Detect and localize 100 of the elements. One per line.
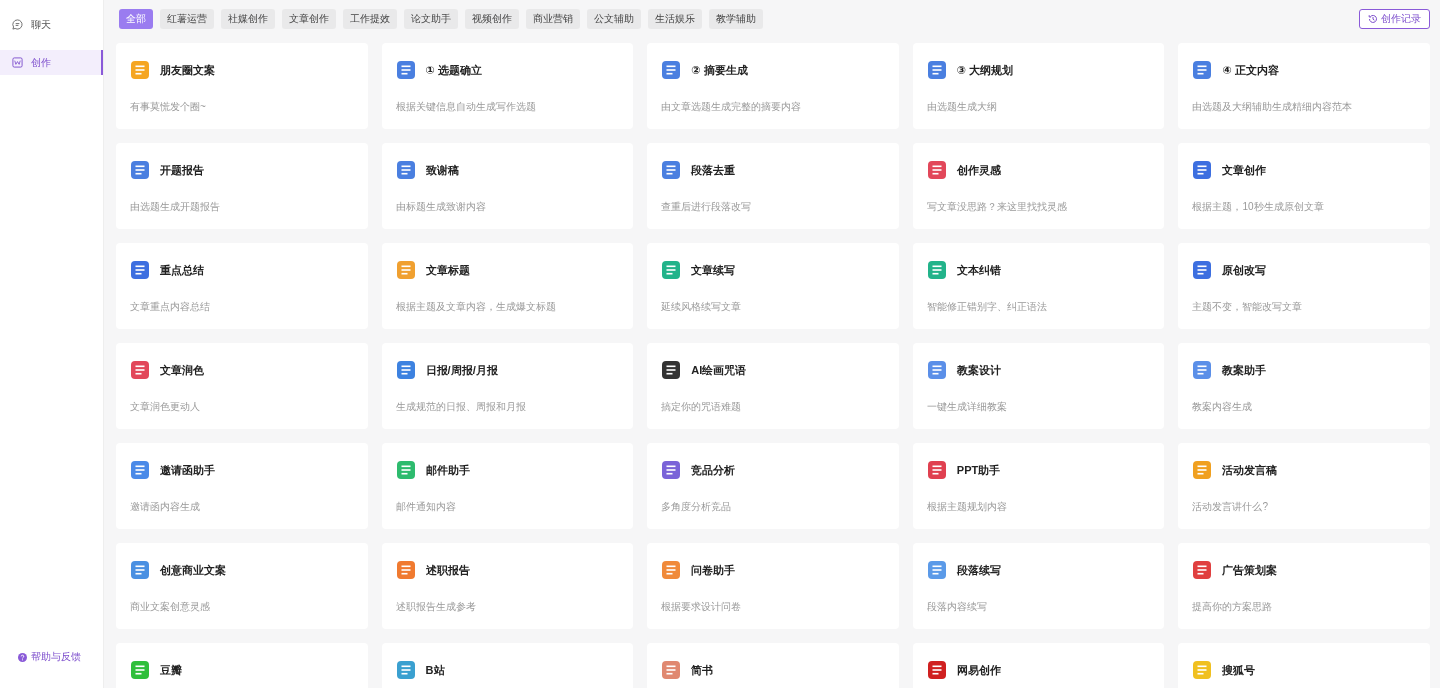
tool-card[interactable]: 重点总结 文章重点内容总结 (116, 243, 368, 329)
card-title: 简书 (691, 662, 714, 678)
card-title: ① 选题确立 (425, 62, 482, 78)
card-title: 文章润色 (160, 362, 204, 378)
tool-card[interactable]: 网易创作 (912, 643, 1165, 688)
tool-card[interactable]: B站 (381, 643, 634, 688)
card-description: 根据主题及文章内容，生成爆文标题 (395, 300, 556, 314)
tool-card[interactable]: 段落续写 段落内容续写 (912, 543, 1165, 629)
card-description: 由选题生成开题报告 (130, 200, 220, 214)
tool-card[interactable]: 教案设计 一键生成详细教案 (912, 343, 1165, 429)
card-description: 一键生成详细教案 (926, 400, 1007, 414)
tool-card[interactable]: 原创改写 主题不变，智能改写文章 (1178, 243, 1430, 329)
card-description: 商业文案创意灵感 (130, 600, 210, 614)
tool-card[interactable]: 活动发言稿 活动发言讲什么? (1178, 443, 1430, 529)
tool-card[interactable]: 邮件助手 邮件通知内容 (381, 443, 634, 529)
card-description: 由选题及大纲辅助生成精细内容范本 (1192, 100, 1353, 114)
tool-card[interactable]: 文章续写 延续风格续写文章 (647, 243, 899, 329)
sidebar-item[interactable]: 聊天 (0, 12, 103, 37)
tool-card[interactable]: 文章创作 根据主题，10秒生成原创文章 (1178, 143, 1430, 229)
tool-card[interactable]: ③ 大纲规划 由选题生成大纲 (912, 43, 1165, 129)
filter-tab[interactable]: 工作提效 (343, 9, 397, 29)
card-title: 创作灵感 (956, 162, 1001, 178)
tool-card[interactable]: 问卷助手 根据要求设计问卷 (647, 543, 899, 629)
card-title: 问卷助手 (691, 562, 736, 578)
card-title: 创意商业文案 (160, 562, 226, 578)
tool-card[interactable]: PPT助手 根据主题规划内容 (912, 443, 1165, 529)
tool-card[interactable]: 述职报告 述职报告生成参考 (381, 543, 634, 629)
card-description: 智能修正错别字、纠正语法 (926, 300, 1047, 314)
card-description: 由选题生成大纲 (926, 100, 997, 114)
tool-card[interactable]: ④ 正文内容 由选题及大纲辅助生成精细内容范本 (1178, 43, 1430, 129)
card-description: 根据主题规划内容 (926, 500, 1007, 514)
tool-card[interactable]: 竞品分析 多角度分析竞品 (647, 443, 899, 529)
card-description: 提高你的方案思路 (1192, 600, 1273, 614)
tool-card[interactable]: 文本纠错 智能修正错别字、纠正语法 (912, 243, 1165, 329)
sidebar-item[interactable]: 创作 (0, 50, 103, 75)
chat-icon (12, 19, 23, 30)
card-title: 朋友圈文案 (160, 62, 215, 78)
card-title: 豆瓣 (160, 662, 182, 678)
filter-tab[interactable]: 社媒创作 (221, 9, 275, 29)
card-description: 根据关键信息自动生成写作选题 (395, 100, 536, 114)
history-icon (1368, 14, 1378, 24)
card-description: 根据主题，10秒生成原创文章 (1192, 200, 1324, 214)
tool-card[interactable]: 简书 (647, 643, 899, 688)
card-title: 开题报告 (160, 162, 204, 178)
filter-tab[interactable]: 商业营销 (526, 9, 580, 29)
card-description: 邀请函内容生成 (130, 500, 200, 514)
card-title: B站 (425, 662, 445, 678)
filter-tab[interactable]: 生活娱乐 (648, 9, 702, 29)
filter-tab[interactable]: 公文辅助 (587, 9, 641, 29)
tool-card[interactable]: 日报/周报/月报 生成规范的日报、周报和月报 (381, 343, 634, 429)
card-description: 段落内容续写 (926, 600, 987, 614)
history-button[interactable]: 创作记录 (1359, 9, 1430, 29)
card-title: 竞品分析 (691, 462, 736, 478)
tool-card[interactable]: 豆瓣 (116, 643, 368, 688)
card-title: 文章标题 (425, 262, 470, 278)
card-title: 邮件助手 (425, 462, 470, 478)
card-title: ④ 正文内容 (1222, 62, 1279, 78)
card-description: 述职报告生成参考 (395, 600, 476, 614)
tool-card[interactable]: 搜狐号 (1178, 643, 1430, 688)
tool-card[interactable]: 创意商业文案 商业文案创意灵感 (116, 543, 368, 629)
card-title: 广告策划案 (1222, 562, 1278, 578)
card-title: 教案助手 (1222, 362, 1267, 378)
document-icon (12, 57, 23, 68)
tool-card[interactable]: 致谢稿 由标题生成致谢内容 (381, 143, 634, 229)
card-description: 多角度分析竞品 (661, 500, 732, 514)
card-description: 教案内容生成 (1192, 400, 1253, 414)
filter-tab[interactable]: 教学辅助 (709, 9, 763, 29)
help-link[interactable]: 帮助与反馈 (0, 650, 103, 664)
card-description: 活动发言讲什么? (1192, 500, 1268, 514)
filter-tab[interactable]: 视频创作 (465, 9, 519, 29)
tool-card[interactable]: 教案助手 教案内容生成 (1178, 343, 1430, 429)
tool-card[interactable]: 创作灵感 写文章没思路？来这里找找灵感 (912, 143, 1165, 229)
tool-card[interactable]: 文章标题 根据主题及文章内容，生成爆文标题 (381, 243, 634, 329)
card-title: 段落续写 (956, 562, 1001, 578)
tool-card[interactable]: AI绘画咒语 搞定你的咒语难题 (647, 343, 899, 429)
card-description: 文章重点内容总结 (130, 300, 210, 314)
tool-card[interactable]: 广告策划案 提高你的方案思路 (1178, 543, 1430, 629)
tool-card[interactable]: ① 选题确立 根据关键信息自动生成写作选题 (381, 43, 634, 129)
tool-card[interactable]: 邀请函助手 邀请函内容生成 (116, 443, 368, 529)
tool-card[interactable]: 段落去重 查重后进行段落改写 (647, 143, 899, 229)
card-title: AI绘画咒语 (691, 362, 747, 378)
tool-card[interactable]: 文章润色 文章润色更动人 (116, 343, 368, 429)
card-title: 网易创作 (956, 662, 1001, 678)
filter-tab[interactable]: 文章创作 (282, 9, 336, 29)
filter-tab[interactable]: 红薯运营 (160, 9, 214, 29)
card-description: 搞定你的咒语难题 (661, 400, 742, 414)
card-title: 原创改写 (1222, 262, 1267, 278)
tool-card[interactable]: 朋友圈文案 有事莫慌发个圈~ (116, 43, 368, 129)
card-description: 查重后进行段落改写 (661, 200, 752, 214)
card-title: 述职报告 (425, 562, 470, 578)
question-icon (18, 652, 27, 662)
tool-card[interactable]: 开题报告 由选题生成开题报告 (116, 143, 368, 229)
card-title: 文本纠错 (956, 262, 1001, 278)
card-title: 段落去重 (691, 162, 736, 178)
card-description: 由文章选题生成完整的摘要内容 (661, 100, 802, 114)
filter-tab[interactable]: 论文助手 (404, 9, 458, 29)
card-title: 日报/周报/月报 (425, 362, 498, 378)
tool-card[interactable]: ② 摘要生成 由文章选题生成完整的摘要内容 (647, 43, 899, 129)
card-description: 文章润色更动人 (130, 400, 200, 414)
card-title: 活动发言稿 (1222, 462, 1278, 478)
